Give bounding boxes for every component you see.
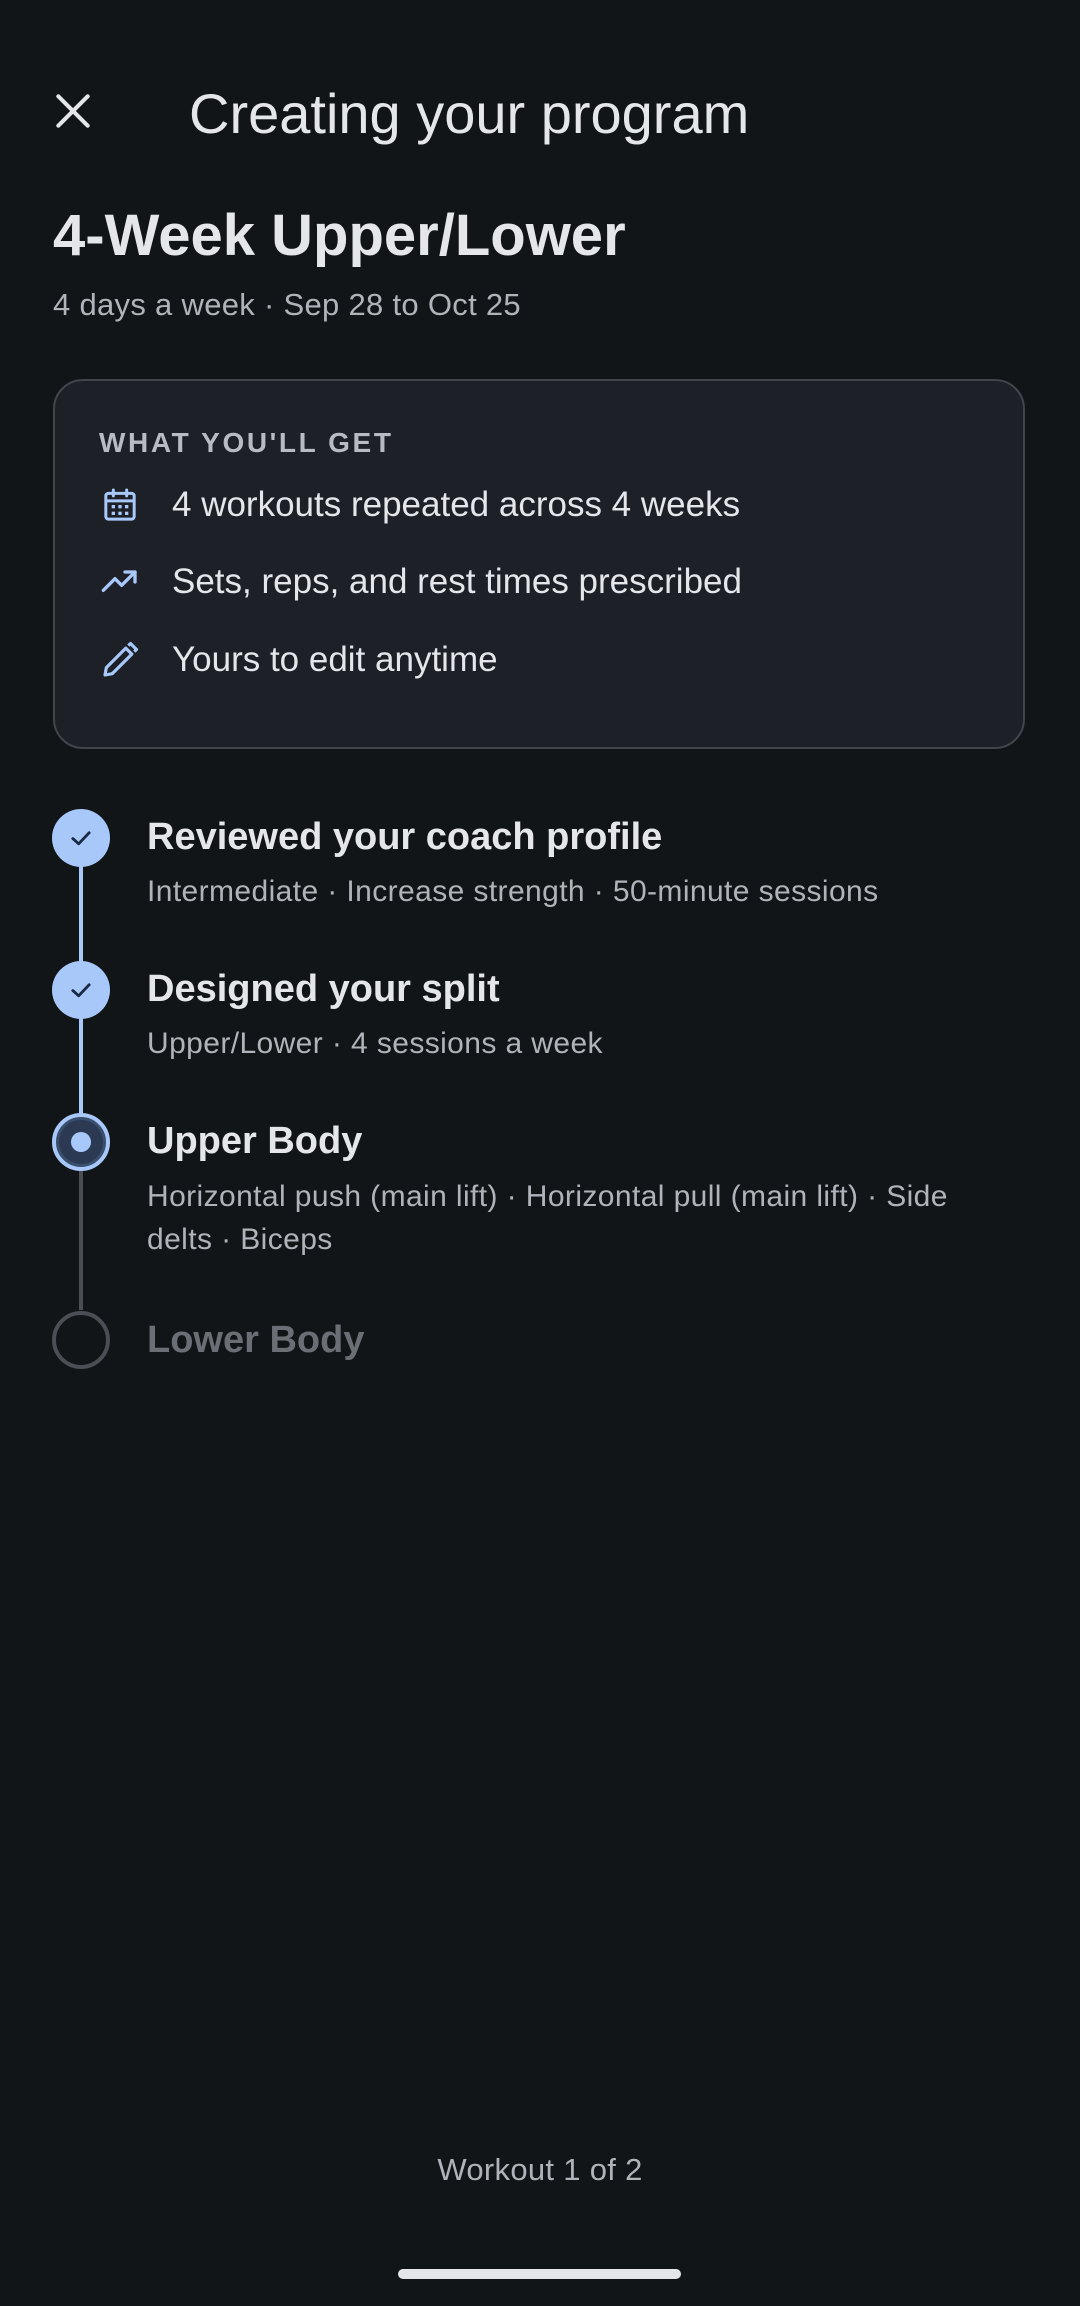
pencil-icon xyxy=(99,639,141,681)
benefit-label: 4 workouts repeated across 4 weeks xyxy=(172,485,741,524)
benefit-label: Sets, reps, and rest times prescribed xyxy=(172,562,742,601)
timeline-connector xyxy=(79,1170,83,1310)
timeline-connector xyxy=(79,866,83,962)
step-title: Reviewed your coach profile xyxy=(147,816,663,858)
active-dot xyxy=(71,1132,91,1152)
workout-progress-status: Workout 1 of 2 xyxy=(437,2152,643,2187)
benefits-card: WHAT YOU'LL GET 4 workouts repeated acro… xyxy=(53,379,1025,749)
benefit-item: Sets, reps, and rest times prescribed xyxy=(99,554,742,610)
benefit-label: Yours to edit anytime xyxy=(172,640,498,679)
check-icon xyxy=(71,831,91,846)
step-title: Upper Body xyxy=(147,1120,363,1162)
step-description: Horizontal push (main lift) · Horizontal… xyxy=(147,1180,948,1256)
step-description: Upper/Lower · 4 sessions a week xyxy=(147,1027,603,1060)
benefit-item: Yours to edit anytime xyxy=(99,632,498,688)
benefits-heading: WHAT YOU'LL GET xyxy=(99,427,394,458)
step-complete-marker xyxy=(52,809,110,867)
close-button[interactable] xyxy=(40,78,106,144)
benefit-item: 4 workouts repeated across 4 weeks xyxy=(99,477,740,533)
step-active-marker xyxy=(52,1113,110,1171)
program-title: 4-Week Upper/Lower xyxy=(53,203,626,268)
step-title: Designed your split xyxy=(147,968,500,1010)
timeline-connector xyxy=(79,1018,83,1114)
check-icon xyxy=(71,983,91,998)
home-indicator[interactable] xyxy=(398,2269,681,2279)
step-description: Intermediate · Increase strength · 50-mi… xyxy=(147,875,879,908)
calendar-icon xyxy=(99,484,141,526)
step-title: Lower Body xyxy=(147,1319,365,1361)
trending-up-icon xyxy=(99,561,141,603)
close-icon xyxy=(56,94,90,128)
program-subtitle: 4 days a week · Sep 28 to Oct 25 xyxy=(53,287,521,322)
step-complete-marker xyxy=(52,961,110,1019)
screen-title: Creating your program xyxy=(189,82,750,145)
step-pending-marker xyxy=(52,1311,110,1369)
app-bar: Creating your program xyxy=(0,0,1080,230)
